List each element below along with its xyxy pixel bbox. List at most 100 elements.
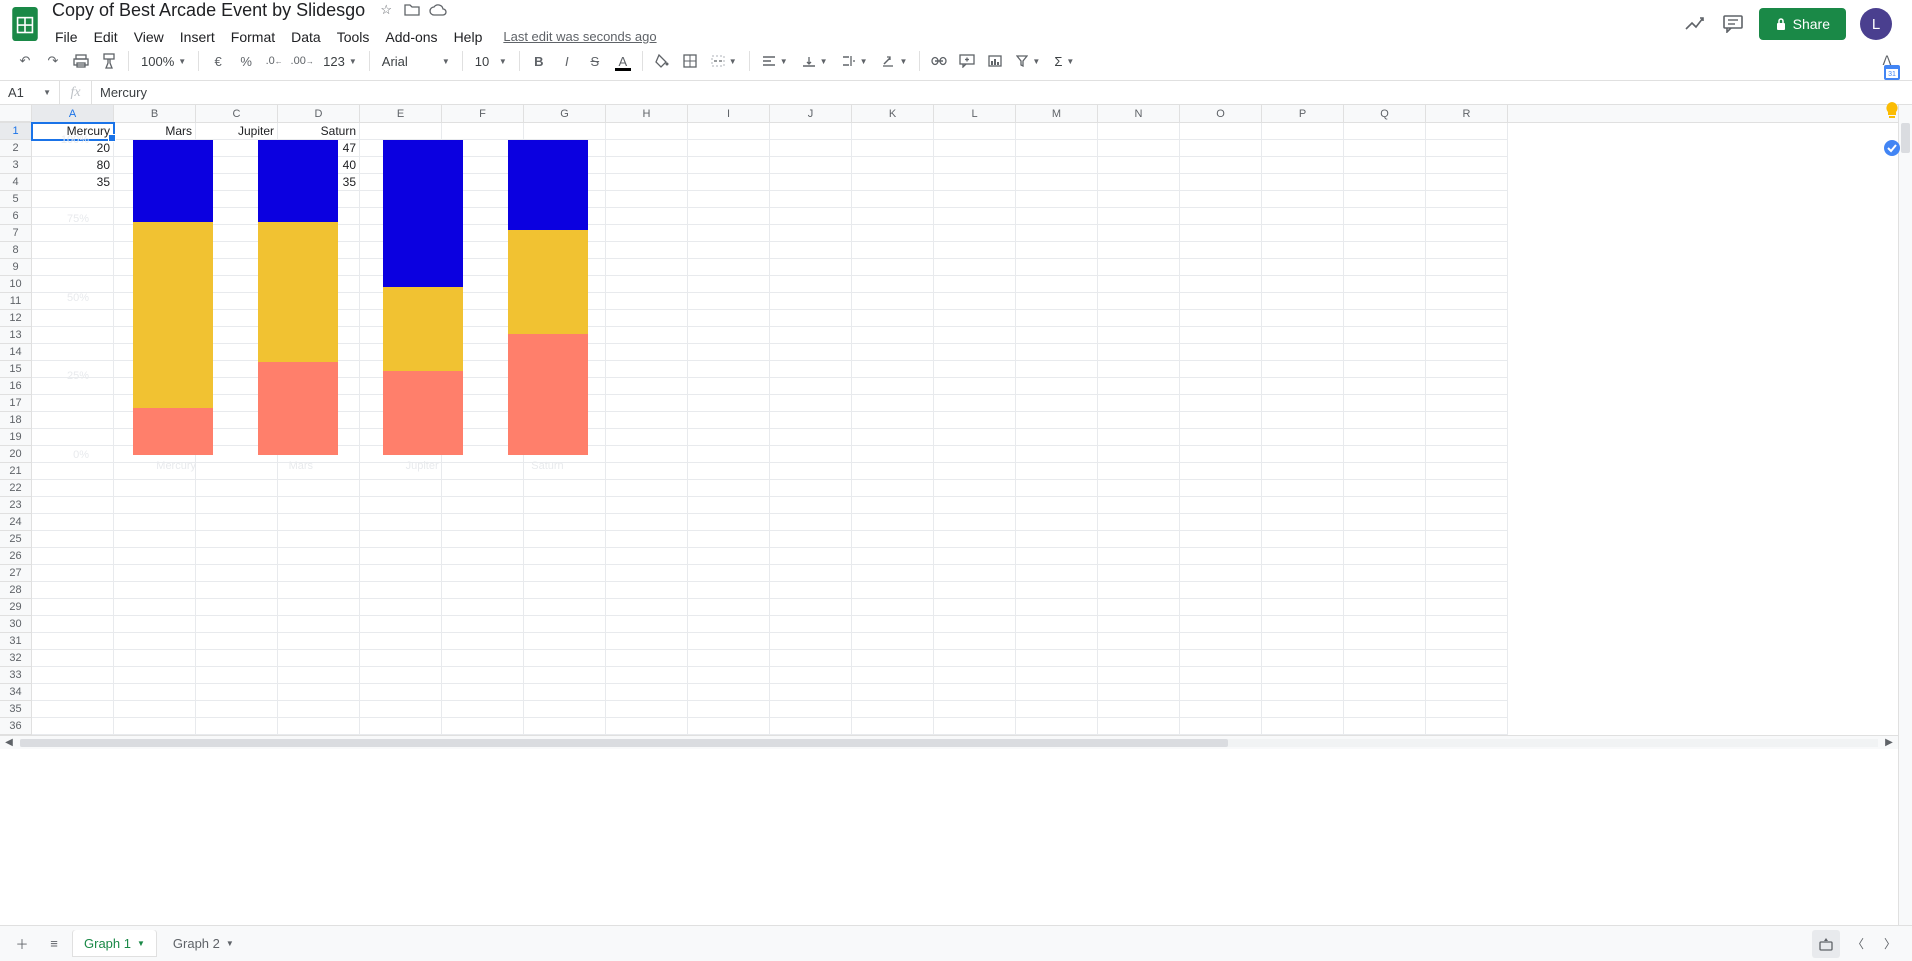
cell[interactable] — [852, 259, 934, 276]
cloud-status-icon[interactable] — [429, 1, 447, 19]
cell[interactable] — [32, 242, 114, 259]
cell[interactable] — [1426, 242, 1508, 259]
cell[interactable] — [688, 446, 770, 463]
row-header[interactable]: 22 — [0, 480, 32, 497]
column-header[interactable]: K — [852, 105, 934, 122]
cell[interactable] — [770, 497, 852, 514]
font-size-dropdown[interactable]: 10▼ — [469, 48, 513, 74]
cell[interactable] — [114, 378, 196, 395]
cell[interactable] — [32, 582, 114, 599]
cell[interactable] — [1262, 276, 1344, 293]
cell[interactable] — [1098, 429, 1180, 446]
row-header[interactable]: 10 — [0, 276, 32, 293]
cell[interactable] — [934, 412, 1016, 429]
cell[interactable] — [1262, 650, 1344, 667]
menu-view[interactable]: View — [127, 25, 171, 49]
row-header[interactable]: 16 — [0, 378, 32, 395]
cell[interactable] — [1180, 191, 1262, 208]
cell[interactable] — [1344, 140, 1426, 157]
cell[interactable] — [852, 480, 934, 497]
cell[interactable] — [688, 174, 770, 191]
menu-file[interactable]: File — [48, 25, 85, 49]
cell[interactable] — [1180, 225, 1262, 242]
cell[interactable] — [770, 582, 852, 599]
column-header[interactable]: H — [606, 105, 688, 122]
cell[interactable] — [360, 310, 442, 327]
cell[interactable] — [524, 480, 606, 497]
cell[interactable] — [442, 701, 524, 718]
cell[interactable] — [770, 293, 852, 310]
cell[interactable] — [1016, 446, 1098, 463]
cell[interactable] — [1426, 463, 1508, 480]
formula-input[interactable]: Mercury — [92, 85, 1912, 100]
cell[interactable] — [934, 344, 1016, 361]
row-header[interactable]: 20 — [0, 446, 32, 463]
cell[interactable] — [278, 327, 360, 344]
cell[interactable] — [442, 225, 524, 242]
cell[interactable] — [196, 259, 278, 276]
cell[interactable] — [1426, 310, 1508, 327]
cell[interactable] — [442, 140, 524, 157]
cell[interactable] — [524, 718, 606, 735]
cell[interactable] — [196, 701, 278, 718]
cell[interactable] — [852, 548, 934, 565]
cell[interactable] — [524, 463, 606, 480]
cell[interactable] — [1016, 140, 1098, 157]
cell[interactable] — [1016, 667, 1098, 684]
cell[interactable] — [770, 242, 852, 259]
row-header[interactable]: 23 — [0, 497, 32, 514]
cell[interactable] — [196, 446, 278, 463]
cell[interactable] — [688, 701, 770, 718]
cell[interactable] — [1426, 548, 1508, 565]
cell[interactable] — [360, 293, 442, 310]
row-header[interactable]: 7 — [0, 225, 32, 242]
increase-decimal-button[interactable]: .00→ — [289, 48, 315, 74]
cell[interactable] — [606, 123, 688, 140]
cell[interactable] — [114, 412, 196, 429]
cell[interactable] — [278, 684, 360, 701]
cell[interactable] — [1426, 633, 1508, 650]
cell[interactable] — [524, 633, 606, 650]
cell[interactable] — [1344, 565, 1426, 582]
cell[interactable] — [770, 310, 852, 327]
cell[interactable] — [1016, 701, 1098, 718]
menu-data[interactable]: Data — [284, 25, 328, 49]
cell[interactable] — [1016, 429, 1098, 446]
cell[interactable] — [934, 208, 1016, 225]
cell[interactable] — [606, 208, 688, 225]
cell[interactable] — [1016, 327, 1098, 344]
cell[interactable] — [360, 701, 442, 718]
cell[interactable] — [1098, 480, 1180, 497]
cell[interactable] — [442, 276, 524, 293]
cell[interactable] — [524, 548, 606, 565]
cell[interactable] — [114, 242, 196, 259]
cell[interactable] — [688, 140, 770, 157]
cell[interactable] — [688, 327, 770, 344]
cell[interactable] — [1098, 548, 1180, 565]
cell[interactable] — [770, 429, 852, 446]
cell[interactable] — [114, 344, 196, 361]
row-header[interactable]: 1 — [0, 123, 32, 140]
cell[interactable] — [1180, 242, 1262, 259]
cell[interactable] — [442, 344, 524, 361]
cell[interactable] — [852, 395, 934, 412]
cell[interactable] — [524, 259, 606, 276]
cell[interactable] — [606, 701, 688, 718]
cell[interactable] — [442, 684, 524, 701]
cell[interactable] — [770, 684, 852, 701]
cell[interactable] — [1180, 327, 1262, 344]
cell[interactable] — [1426, 480, 1508, 497]
cell[interactable] — [442, 599, 524, 616]
cell[interactable] — [524, 514, 606, 531]
cell[interactable] — [1098, 565, 1180, 582]
cell[interactable] — [1262, 514, 1344, 531]
cell[interactable] — [32, 701, 114, 718]
strikethrough-button[interactable]: S — [582, 48, 608, 74]
cell[interactable] — [196, 361, 278, 378]
cell[interactable] — [360, 480, 442, 497]
cell[interactable] — [770, 616, 852, 633]
column-header[interactable]: B — [114, 105, 196, 122]
cell[interactable] — [1016, 361, 1098, 378]
cell[interactable] — [1180, 514, 1262, 531]
cell[interactable] — [1262, 446, 1344, 463]
